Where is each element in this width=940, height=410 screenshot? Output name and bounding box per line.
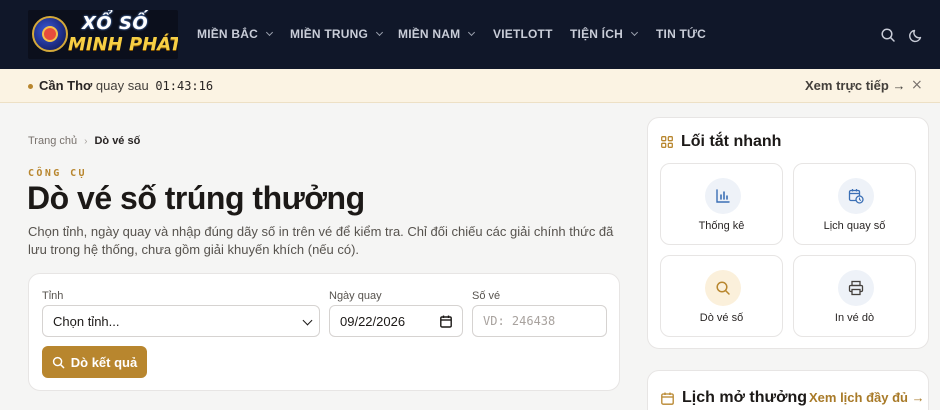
brand-logo[interactable]: XỔ SỐ MINH PHÁT xyxy=(28,10,178,59)
shortcut-label: In vé dò xyxy=(834,312,875,324)
live-countdown-bar: Cần Thơ quay sau 01:43:16 Xem trực tiếp … xyxy=(0,69,940,103)
ticket-label: Số vé xyxy=(472,290,501,302)
countdown-timer: 01:43:16 xyxy=(155,79,214,93)
moon-icon[interactable] xyxy=(909,27,925,43)
shortcut-label: Dò vé số xyxy=(699,312,744,324)
lottery-ball-icon xyxy=(32,16,68,52)
calendar-clock-icon xyxy=(838,178,874,214)
search-icon[interactable] xyxy=(880,27,896,43)
draw-schedule-card: Lịch mở thưởng Xem lịch đầy đủ → xyxy=(647,370,929,410)
province-label: Tỉnh xyxy=(42,290,64,302)
shortcut-label: Lịch quay số xyxy=(823,220,886,232)
bar-chart-icon xyxy=(705,178,741,214)
shortcut-check-ticket[interactable]: Dò vé số xyxy=(660,255,783,337)
ticket-number-input[interactable] xyxy=(483,314,596,328)
shortcut-statistics[interactable]: Thống kê xyxy=(660,163,783,245)
chevron-down-icon xyxy=(375,28,384,37)
chevron-down-icon xyxy=(630,28,638,37)
grid-icon xyxy=(661,136,673,148)
ticket-number-field[interactable] xyxy=(472,305,607,337)
page-description: Chọn tỉnh, ngày quay và nhập đúng dãy số… xyxy=(28,224,614,257)
chevron-down-icon xyxy=(265,28,273,37)
full-schedule-link[interactable]: Xem lịch đầy đủ → xyxy=(809,390,925,405)
nav-vietlott[interactable]: VIETLOTT xyxy=(493,27,553,41)
check-result-button[interactable]: Dò kết quả xyxy=(42,346,147,378)
countdown-province: Cần Thơ xyxy=(39,78,93,93)
province-select[interactable]: Chọn tỉnh... xyxy=(42,305,320,337)
calendar-icon[interactable] xyxy=(440,315,452,328)
shortcut-label: Thống kê xyxy=(698,220,745,232)
printer-icon xyxy=(838,270,874,306)
breadcrumb: Trang chủ › Dò vé số xyxy=(28,135,140,147)
chevron-down-icon xyxy=(468,28,476,37)
live-dot-icon xyxy=(28,84,33,89)
top-header: XỔ SỐ MINH PHÁT MIỀN BẮC MIỀN TRUNG MIỀN… xyxy=(0,0,940,69)
shortcuts-header: Lối tắt nhanh xyxy=(661,133,781,151)
breadcrumb-home[interactable]: Trang chủ xyxy=(28,135,77,147)
countdown-text: Cần Thơ quay sau 01:43:16 xyxy=(39,78,213,93)
nav-mien-bac[interactable]: MIỀN BẮC xyxy=(197,27,273,41)
shortcuts-title: Lối tắt nhanh xyxy=(681,133,782,150)
search-icon xyxy=(52,356,65,368)
nav-mien-nam[interactable]: MIỀN NAM xyxy=(398,27,476,41)
calendar-icon xyxy=(661,392,674,405)
schedule-title: Lịch mở thưởng xyxy=(682,389,807,406)
ticket-check-form: Tỉnh Chọn tỉnh... Ngày quay 09/22/2026 S… xyxy=(28,273,620,391)
chevron-down-icon xyxy=(302,315,313,326)
nav-tien-ich[interactable]: TIỆN ÍCH xyxy=(570,27,638,41)
date-label: Ngày quay xyxy=(329,290,382,302)
breadcrumb-current: Dò vé số xyxy=(94,135,141,147)
schedule-header: Lịch mở thưởng xyxy=(661,389,807,407)
breadcrumb-separator: › xyxy=(84,135,88,147)
shortcuts-card: Lối tắt nhanh Thống kê Lịch quay số Dò v… xyxy=(647,117,929,349)
shortcut-draw-schedule[interactable]: Lịch quay số xyxy=(793,163,916,245)
watch-live-link[interactable]: Xem trực tiếp → xyxy=(805,78,905,93)
draw-date-input[interactable]: 09/22/2026 xyxy=(329,305,463,337)
search-icon xyxy=(705,270,741,306)
shortcut-print-ticket[interactable]: In vé dò xyxy=(793,255,916,337)
brand-line-2: MINH PHÁT xyxy=(68,34,178,55)
countdown-caption: quay sau xyxy=(95,78,149,93)
close-icon[interactable]: × xyxy=(911,77,923,93)
section-eyebrow: CÔNG CỤ xyxy=(28,168,87,179)
brand-line-1: XỔ SỐ xyxy=(82,13,149,34)
nav-tin-tuc[interactable]: TIN TỨC xyxy=(656,27,706,41)
page-title: Dò vé số trúng thưởng xyxy=(27,180,365,216)
nav-mien-trung[interactable]: MIỀN TRUNG xyxy=(290,27,384,41)
